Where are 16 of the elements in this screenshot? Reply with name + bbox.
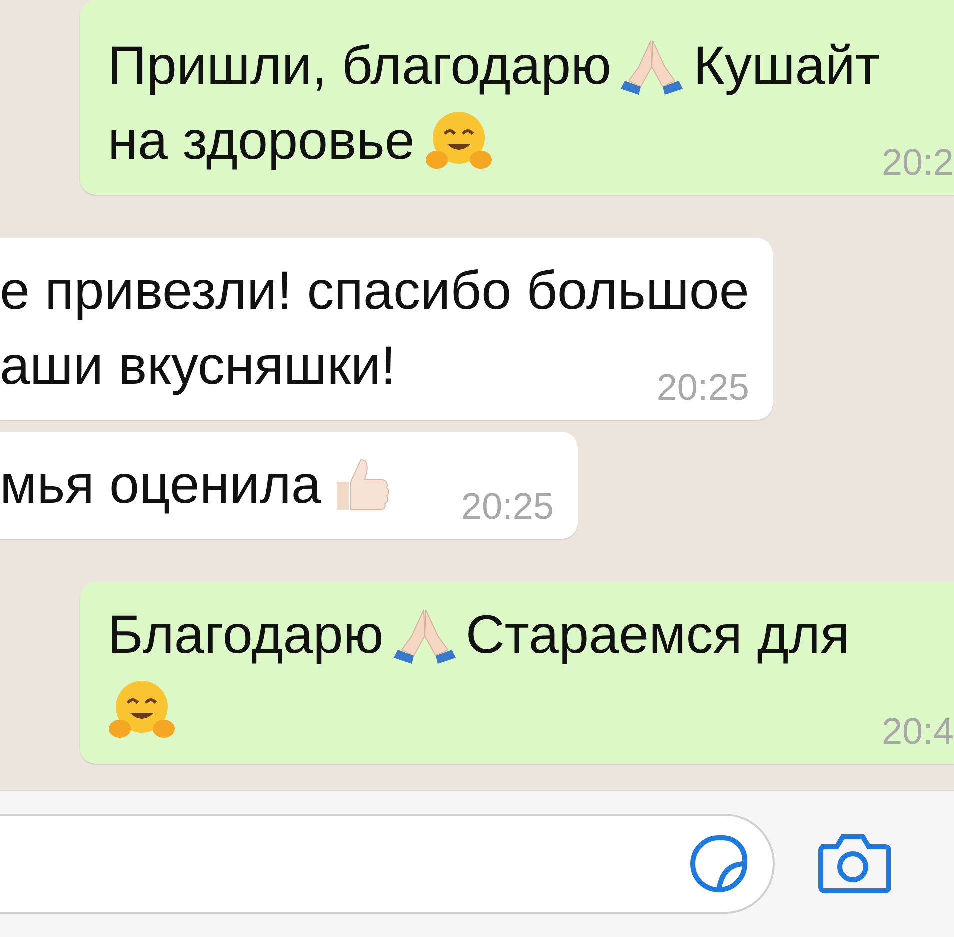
- message-time: 20:25: [656, 367, 750, 409]
- message-text: Благодарю: [108, 604, 384, 666]
- message-text: Кушайт: [693, 34, 880, 96]
- message-text: Пришли, благодарю: [108, 34, 612, 96]
- message-text: Стараемся для: [466, 604, 850, 666]
- message-text: е привезли! спасибо большое: [0, 260, 750, 322]
- message-time: 20:25: [460, 486, 554, 528]
- message-time: 20:4: [880, 711, 954, 753]
- message-text: мья оценила: [0, 454, 322, 516]
- message-time: 20:2: [880, 142, 954, 184]
- message-text: аши вкусняшки!: [0, 334, 396, 396]
- sticker-icon[interactable]: [689, 834, 749, 894]
- message-text: на здоровье: [108, 110, 415, 172]
- smiley-icon: [424, 110, 493, 172]
- message-input-field[interactable]: [0, 814, 775, 914]
- smiley-icon: [108, 678, 176, 740]
